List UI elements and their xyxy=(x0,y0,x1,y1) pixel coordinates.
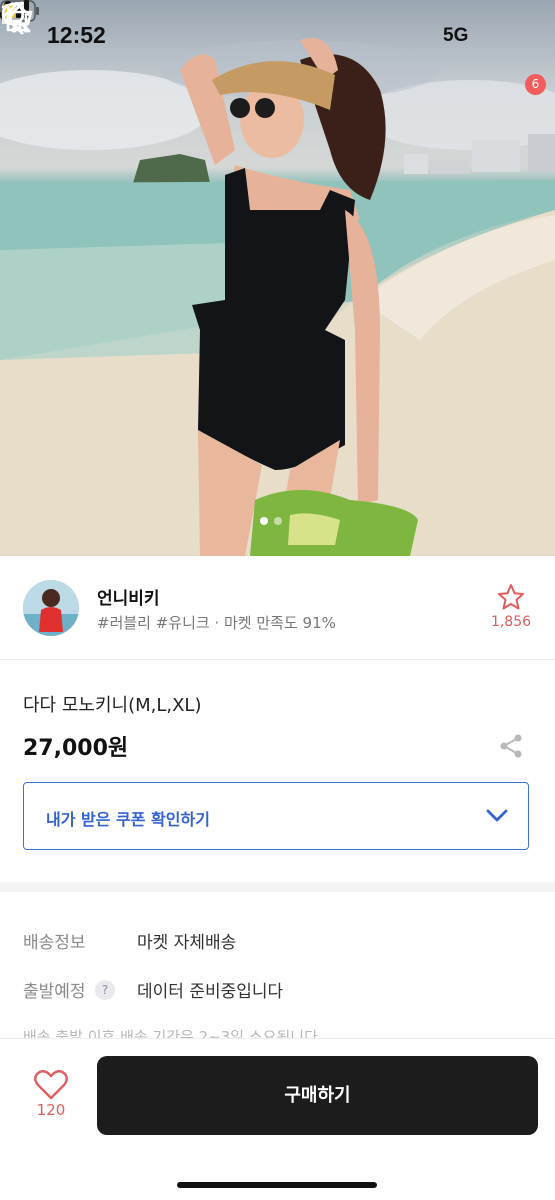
product-price: 27,000원 xyxy=(23,736,129,761)
heart-icon[interactable] xyxy=(33,1069,69,1101)
delivery-value: 마켓 자체배송 xyxy=(137,933,237,953)
product-photo[interactable]: 12:52 5G 6 xyxy=(0,0,555,556)
chevron-down-icon xyxy=(486,809,508,822)
page-dot-active xyxy=(260,517,268,525)
coupon-label: 내가 받은 쿠폰 확인하기 xyxy=(46,810,210,829)
status-time: 12:52 xyxy=(47,22,106,48)
star-icon[interactable] xyxy=(497,583,525,611)
product-title: 다다 모노키니(M,L,XL) xyxy=(23,695,202,716)
cart-badge: 6 xyxy=(525,74,546,95)
favorites-count: 1,856 xyxy=(490,614,532,630)
home-indicator xyxy=(177,1182,377,1188)
status-bar: 12:52 5G xyxy=(0,0,555,74)
departure-value: 데이터 준비중입니다 xyxy=(137,982,284,1002)
seller-name[interactable]: 언니비키 xyxy=(97,584,160,609)
departure-label: 출발예정 xyxy=(23,982,86,1002)
share-icon[interactable] xyxy=(498,733,524,759)
shipping-note: 배송 출발 이후 배송 기간은 2~3일 소요됩니다 xyxy=(23,1028,318,1038)
page-dot xyxy=(274,517,282,525)
seller-tags: #러블리 #유니크 · 마켓 만족도 91% xyxy=(97,614,336,632)
seller-row[interactable]: 언니비키 #러블리 #유니크 · 마켓 만족도 91% 1,856 xyxy=(0,556,555,660)
delivery-label: 배송정보 xyxy=(23,933,86,953)
network-type: 5G xyxy=(443,25,469,46)
like-count: 120 xyxy=(36,1101,66,1119)
gallery-page-indicator xyxy=(260,517,282,525)
section-divider xyxy=(0,882,555,892)
seller-avatar[interactable] xyxy=(23,580,79,636)
buy-button[interactable]: 구매하기 xyxy=(97,1056,538,1135)
expand-icon[interactable] xyxy=(0,0,26,26)
help-icon[interactable]: ? xyxy=(95,980,115,1000)
avatar-image xyxy=(23,580,79,636)
beach-photo-illustration xyxy=(0,38,555,556)
bottom-action-bar: 120 구매하기 xyxy=(0,1038,555,1200)
coupon-check-button[interactable]: 내가 받은 쿠폰 확인하기 xyxy=(23,782,529,850)
